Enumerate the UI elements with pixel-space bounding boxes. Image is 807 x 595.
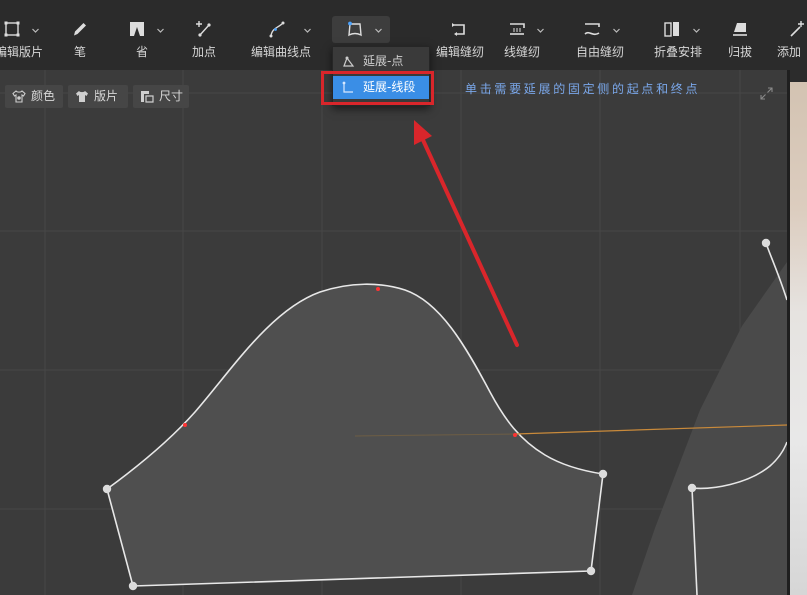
sleeve-pattern-piece[interactable] (106, 283, 604, 587)
tool-label: 编辑缝纫 (435, 45, 484, 59)
chevron-down-icon[interactable] (303, 26, 312, 35)
tool-line-sewing[interactable]: 线缝纫 (490, 0, 554, 66)
menu-item-label: 延展-线段 (363, 80, 416, 94)
view-pattern-button[interactable]: 版片 (68, 85, 128, 108)
edit-pattern-icon (4, 21, 20, 37)
pattern-canvas[interactable] (0, 70, 787, 595)
free-sewing-icon (584, 23, 600, 36)
edit-curve-point-icon (269, 21, 285, 38)
chevron-down-icon[interactable] (692, 26, 701, 35)
chevron-down-icon[interactable] (612, 26, 621, 35)
fold-arrange-icon (664, 22, 679, 37)
menu-item-extend-point[interactable]: 延展-点 (333, 50, 429, 73)
shrink-stretch-icon (733, 23, 747, 36)
app-window: 颜色 版片 尺寸 单击需要延展的固定侧的起点和终点 编辑版片 笔 省 加点 编辑… (0, 0, 807, 595)
extend-point-icon (343, 56, 355, 67)
3d-viewport-header (790, 70, 807, 82)
tool-label: 加点 (191, 45, 216, 59)
pattern-point[interactable] (128, 581, 138, 591)
add-point-icon (196, 21, 211, 37)
add-pin-icon (790, 21, 804, 37)
extend-tool-dropdown: 延展-点 延展-线段 (332, 46, 430, 106)
secondary-pattern-region[interactable] (632, 262, 787, 595)
dart-icon (130, 22, 144, 36)
tool-label: 折叠安排 (653, 45, 702, 59)
tool-label: 添加 (777, 45, 802, 59)
chevron-down-icon[interactable] (156, 26, 165, 35)
edit-sewing-icon (452, 23, 465, 36)
extend-icon (348, 21, 362, 37)
chevron-down-icon[interactable] (536, 26, 545, 35)
view-color-button[interactable]: 颜色 (5, 85, 63, 108)
expand-icon[interactable] (760, 87, 773, 100)
tool-label: 编辑版片 (0, 45, 44, 59)
pattern-point[interactable] (598, 469, 608, 479)
chevron-down-icon[interactable] (31, 26, 40, 35)
tool-edit-sewing[interactable]: 编辑缝纫 (428, 0, 492, 66)
tool-label: 编辑曲线点 (250, 45, 311, 59)
tool-edit-pattern[interactable]: 编辑版片 (0, 0, 48, 66)
tool-label: 省 (135, 45, 148, 59)
pattern-point[interactable] (586, 566, 596, 576)
curve-marker[interactable] (183, 423, 187, 427)
tool-free-sewing[interactable]: 自由缝纫 (568, 0, 632, 66)
view-size-button[interactable]: 尺寸 (133, 85, 189, 108)
tool-add-point[interactable]: 加点 (172, 0, 236, 66)
tool-label: 线缝纫 (503, 45, 540, 59)
pen-icon (74, 23, 86, 36)
tool-label: 笔 (73, 45, 86, 59)
tool-dart[interactable]: 省 (110, 0, 174, 66)
size-icon (141, 91, 154, 103)
pattern-canvas-svg[interactable] (0, 70, 787, 595)
extend-segment-icon (342, 81, 353, 93)
chevron-down-icon[interactable] (374, 26, 383, 35)
tool-pen[interactable]: 笔 (48, 0, 112, 66)
tool-label: 自由缝纫 (575, 45, 624, 59)
3d-viewport[interactable] (787, 70, 807, 595)
tool-edit-curve-point[interactable]: 编辑曲线点 (249, 0, 313, 66)
3d-avatar-view[interactable] (790, 82, 807, 595)
pattern-point[interactable] (102, 484, 112, 494)
menu-item-label: 延展-点 (363, 54, 404, 68)
menu-item-extend-segment[interactable]: 延展-线段 (333, 76, 429, 99)
view-pattern-label: 版片 (94, 89, 119, 103)
curve-marker[interactable] (513, 433, 517, 437)
view-size-label: 尺寸 (159, 89, 184, 103)
curve-marker[interactable] (376, 287, 380, 291)
pattern-point[interactable] (687, 483, 697, 493)
tool-hint-text: 单击需要延展的固定侧的起点和终点 (465, 82, 701, 96)
tool-add[interactable]: 添加 (763, 0, 807, 66)
tool-fold-arrange[interactable]: 折叠安排 (646, 0, 710, 66)
color-icon (12, 90, 26, 103)
line-sewing-icon (510, 23, 525, 35)
pattern-icon (76, 91, 88, 102)
pattern-point[interactable] (761, 238, 771, 248)
view-color-label: 颜色 (31, 89, 56, 103)
